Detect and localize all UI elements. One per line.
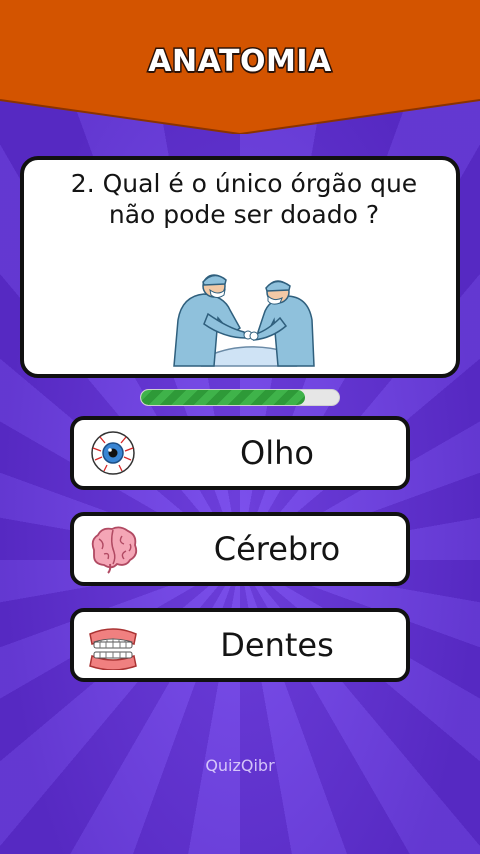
question-card: 2. Qual é o único órgão que não pode ser… (20, 156, 460, 378)
answer-label: Dentes (220, 626, 334, 664)
progress-fill (141, 390, 306, 405)
eye-icon (91, 431, 135, 475)
header-banner: ANATOMIA (0, 0, 480, 134)
answer-label: Olho (240, 434, 314, 472)
progress-bar (140, 389, 340, 406)
surgeons-illustration (173, 274, 315, 367)
answer-button-cerebro[interactable]: Cérebro (70, 512, 410, 586)
page-title: ANATOMIA (147, 43, 333, 81)
answer-label: Cérebro (213, 530, 341, 568)
answer-button-dentes[interactable]: Dentes (70, 608, 410, 682)
brand-watermark: QuizQibr (205, 756, 275, 775)
teeth-icon (89, 628, 137, 670)
answer-button-olho[interactable]: Olho (70, 416, 410, 490)
question-text: 2. Qual é o único órgão que não pode ser… (70, 169, 418, 229)
brain-icon (91, 526, 138, 574)
